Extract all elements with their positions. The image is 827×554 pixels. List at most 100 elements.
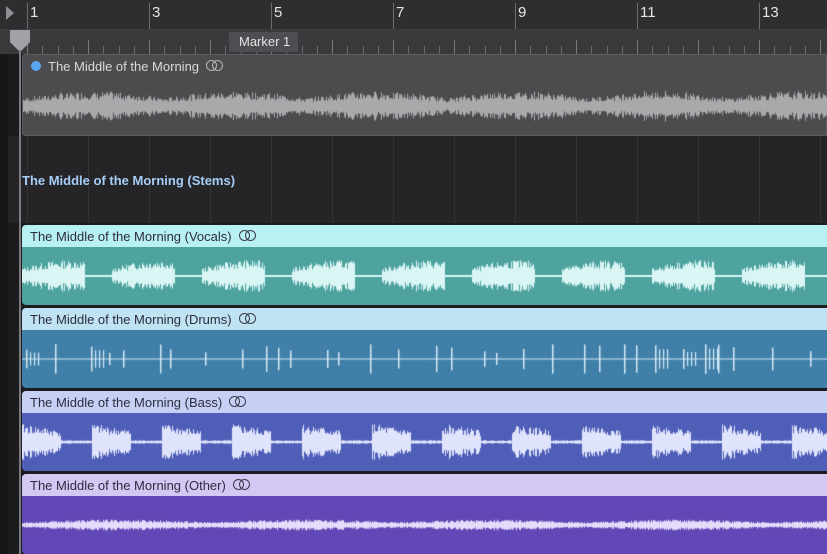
ruler-tick (546, 46, 547, 54)
ruler-tick (180, 46, 181, 54)
ruler-tick (805, 46, 806, 54)
ruler-tick (424, 46, 425, 54)
ruler-bar-number: 9 (518, 4, 527, 21)
ruler-bar-line (759, 3, 760, 29)
region-name: The Middle of the Morning (Drums) (30, 311, 232, 327)
marker-1[interactable]: Marker 1 (229, 32, 299, 52)
loop-icon (229, 396, 247, 408)
grid-line (271, 136, 272, 223)
ruler-tick (469, 46, 470, 54)
loop-icon (238, 230, 257, 242)
ruler-bar-line (271, 3, 272, 29)
ruler-bar-number: 13 (762, 4, 779, 21)
region-name-bar: The Middle of the Morning (Bass) (22, 391, 827, 413)
ruler-tick (164, 46, 165, 54)
ruler-tick (485, 46, 486, 54)
waveform (22, 413, 827, 471)
ruler-tick (119, 46, 120, 54)
ruler-tick (637, 40, 638, 54)
waveform (22, 496, 827, 554)
ruler-tick (759, 40, 760, 54)
ruler-bar-number: 3 (152, 4, 161, 21)
grid-line (454, 136, 455, 223)
ruler-tick (698, 40, 699, 54)
ruler-bar-line (515, 3, 516, 29)
ruler-tick (210, 40, 211, 54)
ruler-bar-number: 1 (30, 4, 39, 21)
ruler-tick (652, 46, 653, 54)
marker-lane[interactable]: Marker 1 (0, 30, 827, 54)
grid-line (820, 136, 821, 223)
loop-icon (206, 60, 224, 72)
ruler-tick (88, 40, 89, 54)
region-color-dot-icon (31, 61, 41, 71)
ruler-bar-line (637, 3, 638, 29)
ruler-tick (42, 46, 43, 54)
ruler-bar-number: 11 (640, 4, 656, 21)
ruler-tick (790, 46, 791, 54)
ruler-tick (744, 46, 745, 54)
grid-line (515, 136, 516, 223)
region-name: The Middle of the Morning (Other) (30, 477, 226, 493)
grid-line (637, 136, 638, 223)
timeline-ruler[interactable]: 1 3 5 7 9 11 13 (0, 0, 827, 30)
ruler-tick (500, 46, 501, 54)
ruler-tick (347, 46, 348, 54)
ruler-tick (317, 46, 318, 54)
ruler-tick (622, 46, 623, 54)
ruler-tick (103, 46, 104, 54)
audio-region-other[interactable]: The Middle of the Morning (Other) (22, 474, 827, 554)
ruler-bar-line (149, 3, 150, 29)
grid-line (759, 136, 760, 223)
grid-line (393, 136, 394, 223)
region-name-bar: The Middle of the Morning (23, 55, 826, 77)
loop-icon (238, 313, 257, 325)
ruler-tick (73, 46, 74, 54)
ruler-tick (439, 46, 440, 54)
ruler-tick (774, 46, 775, 54)
audio-region-main[interactable]: The Middle of the Morning (22, 54, 827, 136)
grid-line (698, 136, 699, 223)
ruler-tick (408, 46, 409, 54)
ruler-arrow-icon (6, 6, 14, 20)
waveform (23, 77, 827, 135)
ruler-tick (683, 46, 684, 54)
ruler-tick (530, 46, 531, 54)
ruler-tick (561, 46, 562, 54)
playhead-line (19, 50, 21, 554)
loop-icon (232, 479, 251, 491)
folder-track-name: The Middle of the Morning (Stems) (22, 173, 236, 188)
audio-region-bass[interactable]: The Middle of the Morning (Bass) (22, 391, 827, 471)
waveform (22, 330, 827, 388)
ruler-tick (607, 46, 608, 54)
region-name: The Middle of the Morning (Vocals) (30, 228, 232, 244)
region-name: The Middle of the Morning (48, 58, 200, 74)
region-name-bar: The Middle of the Morning (Drums) (22, 308, 827, 330)
ruler-tick (134, 46, 135, 54)
ruler-tick (576, 40, 577, 54)
track-header-edge (0, 54, 8, 554)
ruler-tick (729, 46, 730, 54)
ruler-tick (668, 46, 669, 54)
ruler-tick (378, 46, 379, 54)
ruler-tick (225, 46, 226, 54)
ruler-tick (515, 40, 516, 54)
ruler-bar-number: 5 (274, 4, 283, 21)
region-name-bar: The Middle of the Morning (Other) (22, 474, 827, 496)
ruler-tick (393, 40, 394, 54)
waveform (22, 247, 827, 305)
audio-region-drums[interactable]: The Middle of the Morning (Drums) (22, 308, 827, 388)
audio-region-vocals[interactable]: The Middle of the Morning (Vocals) (22, 225, 827, 305)
region-name-bar: The Middle of the Morning (Vocals) (22, 225, 827, 247)
ruler-tick (302, 46, 303, 54)
ruler-tick (591, 46, 592, 54)
ruler-tick (58, 46, 59, 54)
ruler-tick (713, 46, 714, 54)
ruler-tick (820, 40, 821, 54)
ruler-bar-number: 7 (396, 4, 405, 21)
grid-line (576, 136, 577, 223)
folder-track-stems[interactable]: The Middle of the Morning (Stems) (8, 136, 827, 223)
ruler-tick (454, 40, 455, 54)
ruler-tick (363, 46, 364, 54)
ruler-tick (332, 40, 333, 54)
